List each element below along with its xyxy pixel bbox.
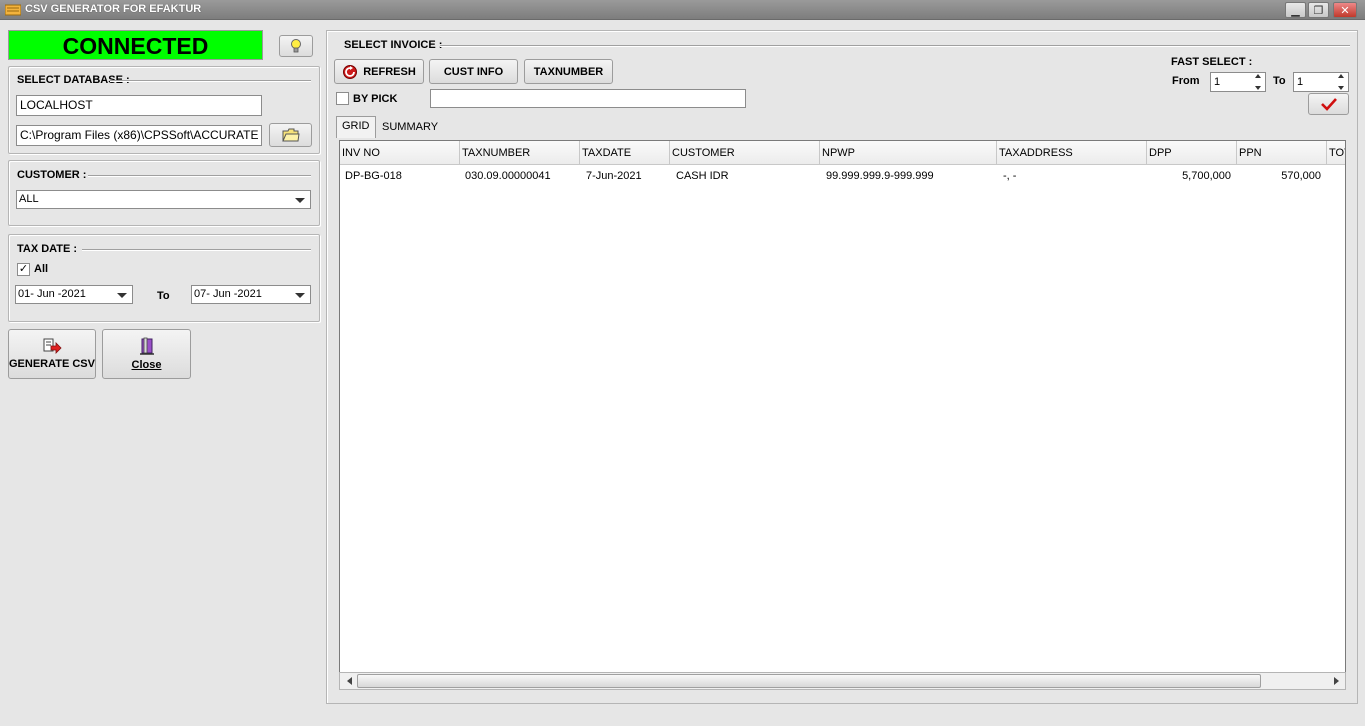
folder-icon [281, 128, 300, 142]
app-icon [5, 4, 21, 16]
taxdate-header: TAX DATE : [17, 243, 78, 255]
arrow-up-icon [1337, 74, 1344, 78]
chevron-down-icon [117, 293, 127, 298]
restore-icon: ❐ [1313, 4, 1324, 17]
scroll-right-button[interactable] [1329, 673, 1343, 689]
spinner-arrows[interactable] [1334, 74, 1347, 90]
header-divider [110, 80, 311, 82]
header-divider [88, 175, 311, 177]
tab-summary[interactable]: SUMMARY [377, 118, 444, 138]
close-icon: ✕ [1340, 4, 1350, 17]
exit-door-icon [139, 337, 154, 355]
column-header[interactable]: DPP [1147, 141, 1237, 165]
scrollbar-thumb[interactable] [357, 674, 1261, 688]
fast-select-from-spinner[interactable]: 1 [1210, 72, 1266, 92]
column-header[interactable]: TAXNUMBER [460, 141, 580, 165]
title-bar [0, 0, 1365, 20]
close-button[interactable]: Close [102, 329, 191, 379]
close-label: Close [131, 359, 162, 371]
database-path-input[interactable]: C:\Program Files (x86)\CPSSoft\ACCURATE [16, 125, 262, 146]
table-cell[interactable]: -, - [1003, 167, 1016, 185]
tab-grid[interactable]: GRID [336, 116, 376, 138]
minimize-icon: ▁ [1291, 4, 1300, 17]
table-cell[interactable]: 570,000 [1237, 167, 1321, 185]
browse-database-button[interactable] [269, 123, 312, 147]
fast-select-to-spinner[interactable]: 1 [1293, 72, 1349, 92]
export-arrow-icon [43, 338, 62, 354]
table-cell[interactable]: 99.999.999.9-999.999 [826, 167, 934, 185]
fast-select-to-label: To [1273, 75, 1286, 87]
column-header[interactable]: TAXDATE [580, 141, 670, 165]
taxnumber-label: TAXNUMBER [533, 65, 604, 78]
column-header[interactable]: TAXADDRESS [997, 141, 1147, 165]
by-pick-input[interactable] [430, 89, 746, 108]
table-cell[interactable]: 030.09.00000041 [465, 167, 551, 185]
taxdate-all-label: All [34, 263, 49, 275]
arrow-down-icon [1254, 86, 1261, 90]
taxdate-to-value: 07- Jun -2021 [194, 288, 262, 300]
taxdate-all-checkbox[interactable]: ✓ [17, 263, 30, 276]
window-close-button[interactable]: ✕ [1333, 2, 1357, 18]
invoice-header: SELECT INVOICE : [344, 39, 443, 51]
table-cell[interactable]: CASH IDR [676, 167, 729, 185]
arrow-left-icon [346, 677, 352, 685]
generate-csv-button[interactable]: GENERATE CSV [8, 329, 96, 379]
column-header[interactable]: PPN [1237, 141, 1327, 165]
scroll-left-button[interactable] [342, 673, 356, 689]
generate-csv-label: GENERATE CSV [9, 358, 95, 370]
table-cell[interactable]: DP-BG-018 [345, 167, 402, 185]
connection-status: CONNECTED [8, 30, 263, 60]
arrow-right-icon [1333, 677, 1339, 685]
fast-select-to-value: 1 [1297, 76, 1304, 88]
column-header[interactable]: CUSTOMER [670, 141, 820, 165]
by-pick-label: BY PICK [353, 93, 398, 105]
minimize-button[interactable]: ▁ [1285, 2, 1306, 18]
taxdate-from-value: 01- Jun -2021 [18, 288, 86, 300]
test-connection-button[interactable] [279, 35, 313, 57]
customer-select[interactable]: ALL [16, 190, 311, 209]
lightbulb-icon [291, 39, 301, 53]
cust-info-button[interactable]: CUST INFO [429, 59, 518, 84]
spinner-arrows[interactable] [1251, 74, 1264, 90]
apply-fast-select-button[interactable] [1308, 93, 1349, 115]
taxnumber-button[interactable]: TAXNUMBER [524, 59, 613, 84]
fast-select-from-value: 1 [1214, 76, 1221, 88]
customer-select-value: ALL [19, 193, 39, 205]
window-title: CSV GENERATOR FOR EFAKTUR [25, 3, 202, 15]
fast-select-from-label: From [1172, 75, 1200, 87]
server-input[interactable]: LOCALHOST [16, 95, 262, 116]
table-cell[interactable]: 5,700,000 [1147, 167, 1231, 185]
customer-header: CUSTOMER : [17, 169, 87, 181]
restore-button[interactable]: ❐ [1308, 2, 1329, 18]
column-header[interactable]: NPWP [820, 141, 997, 165]
refresh-icon [343, 64, 358, 79]
arrow-down-icon [1337, 86, 1344, 90]
taxdate-to-label: To [157, 290, 170, 302]
fast-select-header: FAST SELECT : [1171, 56, 1253, 68]
cust-info-label: CUST INFO [443, 65, 504, 78]
taxdate-from-picker[interactable]: 01- Jun -2021 [15, 285, 133, 304]
checkmark-icon [1320, 98, 1337, 111]
column-header[interactable]: INV NO [340, 141, 460, 165]
taxdate-to-picker[interactable]: 07- Jun -2021 [191, 285, 311, 304]
chevron-down-icon [295, 198, 305, 203]
arrow-up-icon [1254, 74, 1261, 78]
by-pick-checkbox[interactable] [336, 92, 349, 105]
column-header[interactable]: TOT [1327, 141, 1345, 165]
chevron-down-icon [295, 293, 305, 298]
header-divider [440, 45, 1350, 47]
invoice-grid[interactable]: INV NO TAXNUMBER TAXDATE CUSTOMER NPWP T… [339, 140, 1346, 690]
refresh-button[interactable]: REFRESH [334, 59, 424, 84]
refresh-label: REFRESH [363, 65, 416, 78]
header-divider [82, 249, 311, 251]
table-cell[interactable]: 7-Jun-2021 [586, 167, 642, 185]
